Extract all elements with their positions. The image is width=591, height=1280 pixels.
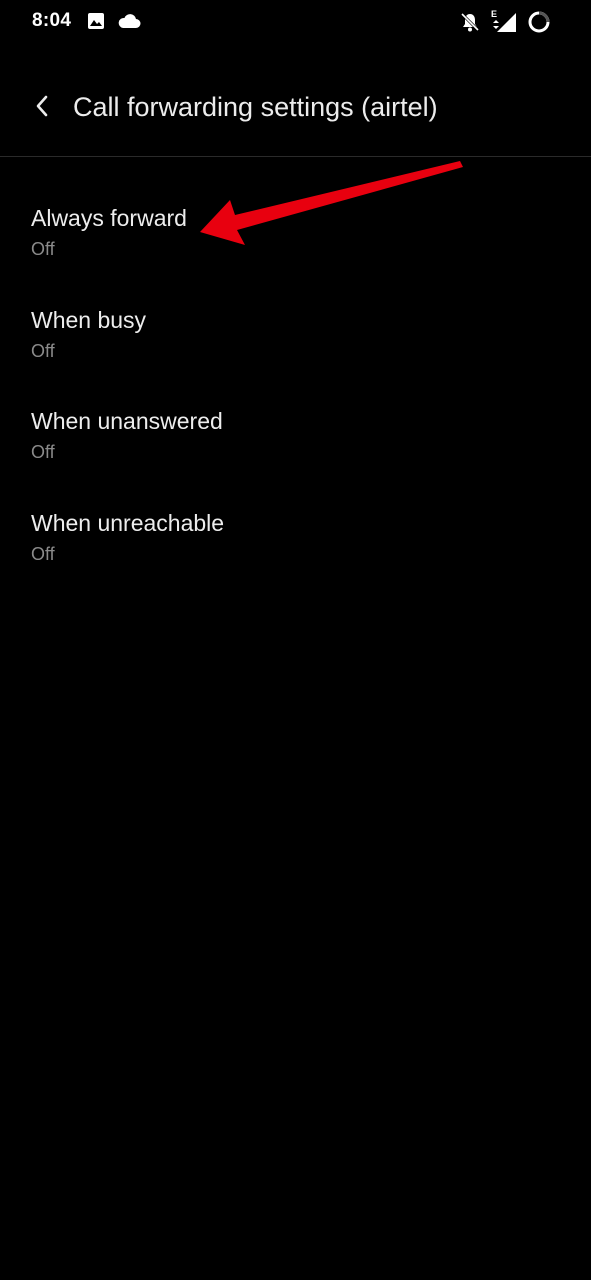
setting-title: When unreachable xyxy=(31,509,225,536)
setting-summary: Off xyxy=(31,340,55,361)
setting-title: When busy xyxy=(31,306,147,333)
status-time: 8:04 xyxy=(32,10,72,31)
setting-summary: Off xyxy=(31,442,55,462)
app-header: Call forwarding settings (airtel) xyxy=(0,70,591,156)
page-title: Call forwarding settings (airtel) xyxy=(73,92,438,122)
bell-off-icon xyxy=(459,11,481,33)
header-divider xyxy=(0,156,591,157)
status-bar: 8:04 E xyxy=(0,0,591,44)
cloud-icon xyxy=(117,13,141,29)
battery-ring-icon xyxy=(527,10,551,34)
signal-icon: E xyxy=(491,9,517,33)
status-left-icons xyxy=(87,12,141,30)
chevron-left-icon xyxy=(34,94,50,123)
annotation-arrow xyxy=(195,158,465,250)
setting-when-busy[interactable]: When busy Off xyxy=(0,280,591,382)
setting-summary: Off xyxy=(31,543,55,564)
setting-title: When unanswered xyxy=(31,408,223,434)
back-button[interactable] xyxy=(22,88,62,128)
setting-when-unanswered[interactable]: When unanswered Off xyxy=(0,381,591,483)
setting-when-unreachable[interactable]: When unreachable Off xyxy=(0,483,591,585)
status-right-icons: E xyxy=(459,9,551,34)
image-icon xyxy=(87,12,105,30)
network-type-label: E xyxy=(491,9,498,19)
